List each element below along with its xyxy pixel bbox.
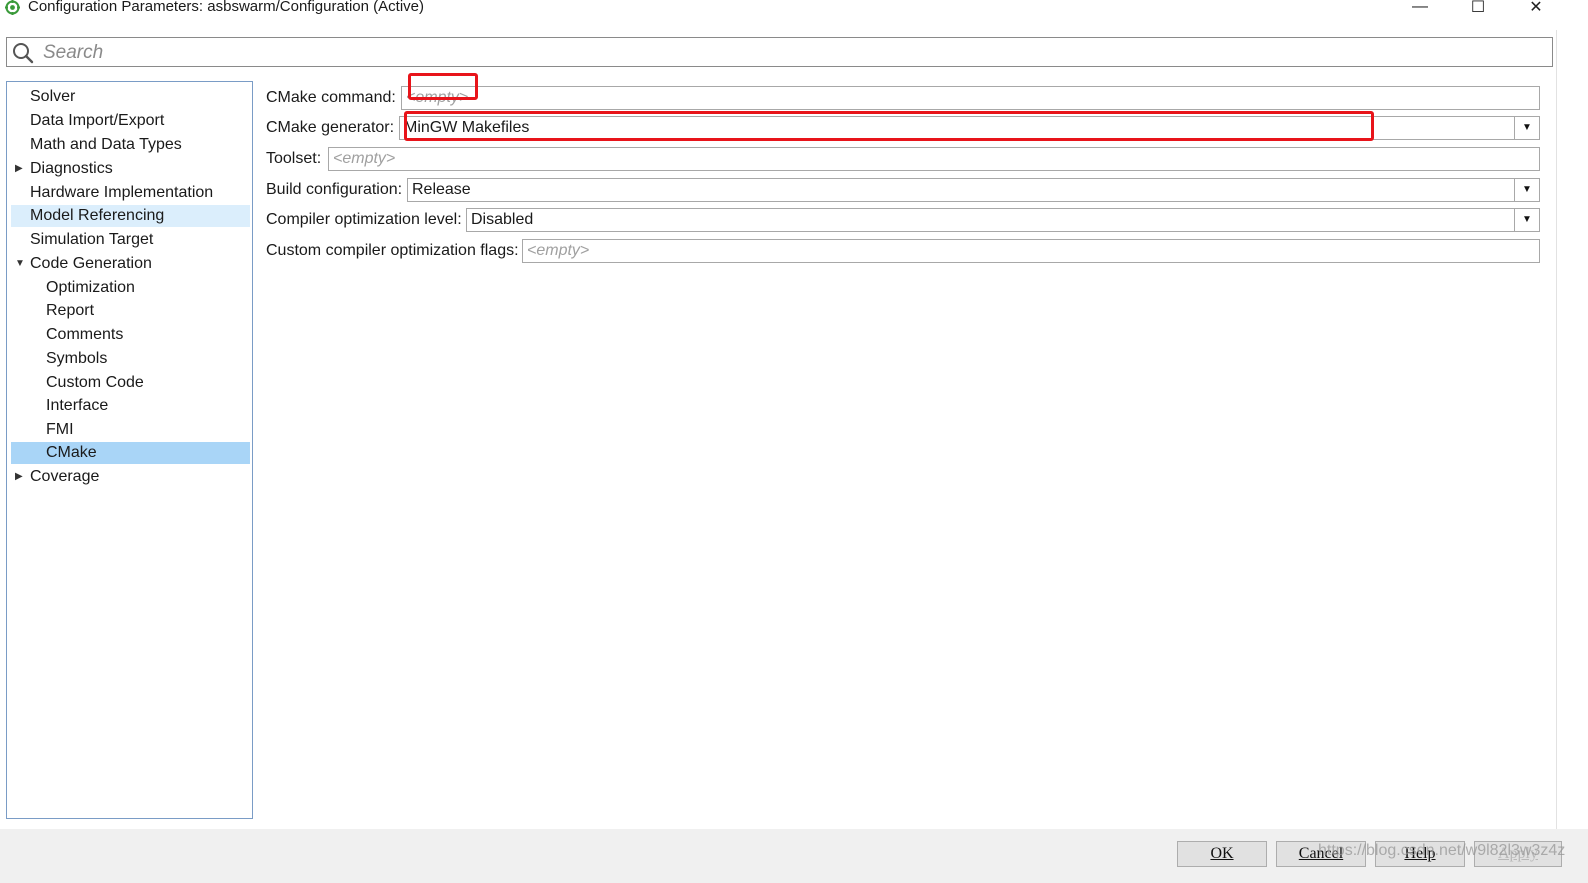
- maximize-icon: ☐: [1470, 0, 1486, 16]
- build-configuration-dropdown[interactable]: Release ▼: [407, 178, 1540, 202]
- expand-arrow-icon[interactable]: ▶: [15, 466, 25, 488]
- cmake-command-row: CMake command: <empty>: [266, 86, 1546, 110]
- minimize-button[interactable]: —: [1397, 0, 1443, 18]
- tree-item-label: Comments: [46, 326, 124, 343]
- tree-item-diagnostics[interactable]: ▶ Diagnostics: [11, 158, 250, 180]
- expand-arrow-icon[interactable]: ▶: [15, 158, 25, 180]
- build-configuration-label: Build configuration:: [266, 181, 403, 198]
- settings-panel: CMake command: <empty> CMake generator: …: [260, 80, 1550, 820]
- title-bar: Configuration Parameters: asbswarm/Confi…: [0, 0, 1588, 24]
- tree-item-label: Data Import/Export: [30, 112, 165, 129]
- toolset-label: Toolset:: [266, 150, 322, 167]
- tree-item-symbols[interactable]: Symbols: [11, 348, 250, 370]
- tree-item-fmi[interactable]: FMI: [11, 419, 250, 441]
- dialog-footer: OK Cancel Help Apply: [0, 829, 1588, 883]
- build-configuration-value: Release: [412, 181, 471, 198]
- ok-button[interactable]: OK: [1177, 841, 1267, 867]
- tree-item-label: Symbols: [46, 350, 108, 367]
- close-button[interactable]: ✕: [1513, 0, 1559, 18]
- chevron-down-icon[interactable]: ▼: [1514, 117, 1539, 139]
- tree-item-label: Interface: [46, 397, 109, 414]
- custom-compiler-optimization-flags-label: Custom compiler optimization flags:: [266, 242, 519, 259]
- cmake-generator-label: CMake generator:: [266, 119, 395, 136]
- tree-item-hardware-implementation[interactable]: Hardware Implementation: [11, 182, 250, 204]
- chevron-down-icon[interactable]: ▼: [1514, 179, 1539, 201]
- build-configuration-row: Build configuration: Release ▼: [266, 178, 1546, 202]
- tree-item-label: Hardware Implementation: [30, 184, 214, 201]
- tree-item-cmake[interactable]: CMake: [11, 442, 250, 464]
- scrollbar[interactable]: [1556, 30, 1588, 830]
- tree-item-label: Diagnostics: [30, 160, 113, 177]
- cmake-command-label: CMake command:: [266, 89, 396, 106]
- window-title: Configuration Parameters: asbswarm/Confi…: [28, 0, 424, 15]
- toolset-field[interactable]: <empty>: [328, 147, 1540, 171]
- tree-item-report[interactable]: Report: [11, 300, 250, 322]
- custom-compiler-optimization-flags-field[interactable]: <empty>: [522, 239, 1540, 263]
- cmake-command-field[interactable]: <empty>: [401, 86, 1540, 110]
- toolset-row: Toolset: <empty>: [266, 147, 1546, 171]
- tree-item-label: Code Generation: [30, 255, 152, 272]
- tree-item-simulation-target[interactable]: Simulation Target: [11, 229, 250, 251]
- minimize-icon: —: [1412, 0, 1428, 15]
- apply-button[interactable]: Apply: [1474, 841, 1562, 867]
- tree-item-coverage[interactable]: ▶ Coverage: [11, 466, 250, 488]
- tree-item-label: Math and Data Types: [30, 136, 182, 153]
- tree-item-code-generation[interactable]: ▼ Code Generation: [11, 253, 250, 275]
- tree-item-label: Simulation Target: [30, 231, 154, 248]
- compiler-optimization-level-dropdown[interactable]: Disabled ▼: [466, 208, 1540, 232]
- search-box[interactable]: [6, 37, 1553, 67]
- tree-item-custom-code[interactable]: Custom Code: [11, 372, 250, 394]
- chevron-down-icon[interactable]: ▼: [1514, 209, 1539, 231]
- tree-item-comments[interactable]: Comments: [11, 324, 250, 346]
- tree-item-label: Optimization: [46, 279, 135, 296]
- tree-item-solver[interactable]: Solver: [11, 86, 250, 108]
- help-button[interactable]: Help: [1375, 841, 1465, 867]
- tree-item-model-referencing[interactable]: Model Referencing: [11, 205, 250, 227]
- custom-compiler-optimization-flags-row: Custom compiler optimization flags: <emp…: [266, 239, 1546, 263]
- tree-item-interface[interactable]: Interface: [11, 395, 250, 417]
- tree-item-label: Model Referencing: [30, 207, 165, 224]
- tree-item-label: FMI: [46, 421, 74, 438]
- compiler-optimization-level-label: Compiler optimization level:: [266, 211, 462, 228]
- search-icon: [13, 43, 34, 64]
- tree-item-label: CMake: [46, 444, 97, 461]
- tree-item-label: Solver: [30, 88, 76, 105]
- tree-item-label: Custom Code: [46, 374, 144, 391]
- app-icon: [5, 0, 20, 15]
- tree-item-label: Report: [46, 302, 95, 319]
- maximize-button[interactable]: ☐: [1455, 0, 1501, 18]
- tree-item-data-import-export[interactable]: Data Import/Export: [11, 110, 250, 132]
- close-icon: ✕: [1529, 0, 1543, 16]
- category-tree: Solver Data Import/Export Math and Data …: [6, 81, 253, 819]
- cancel-button[interactable]: Cancel: [1276, 841, 1366, 867]
- tree-item-label: Coverage: [30, 468, 100, 485]
- cmake-generator-dropdown[interactable]: MinGW Makefiles ▼: [399, 116, 1540, 140]
- tree-item-math-and-data-types[interactable]: Math and Data Types: [11, 134, 250, 156]
- collapse-arrow-icon[interactable]: ▼: [15, 253, 25, 275]
- cmake-generator-value: MinGW Makefiles: [404, 119, 530, 136]
- compiler-optimization-level-value: Disabled: [471, 211, 534, 228]
- search-input[interactable]: [41, 40, 1525, 66]
- tree-item-optimization[interactable]: Optimization: [11, 277, 250, 299]
- cmake-generator-row: CMake generator: MinGW Makefiles ▼: [266, 116, 1546, 140]
- compiler-optimization-level-row: Compiler optimization level: Disabled ▼: [266, 208, 1546, 232]
